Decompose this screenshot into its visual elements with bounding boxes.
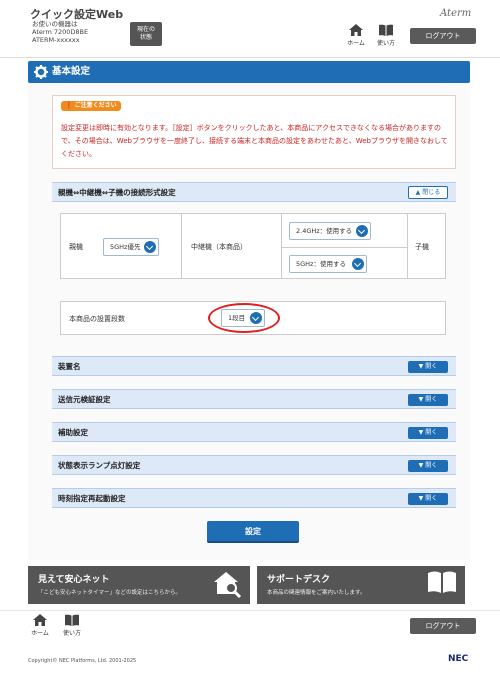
connection-section-header: 親機⇔中継機⇔子機の接続形式設定 ▲ 閉じる bbox=[52, 182, 456, 202]
chevron-down-icon bbox=[144, 241, 156, 253]
expand-label: 開く bbox=[425, 396, 438, 403]
nec-logo: NEC bbox=[448, 654, 469, 664]
manual-nav[interactable]: 使い方 bbox=[372, 24, 400, 47]
band-24-value: 2.4GHz：使用する bbox=[296, 227, 353, 235]
expand-label: 開く bbox=[425, 462, 438, 469]
support-desk-subtitle: 本商品の関連情報をご案内いたします。 bbox=[267, 590, 366, 596]
section-title: 時刻指定再起動設定 bbox=[58, 494, 126, 503]
child-label: 子機 bbox=[415, 243, 429, 251]
home-nav[interactable]: ホーム bbox=[342, 24, 370, 47]
safety-net-banner[interactable]: 見えて安心ネット 「こども安心ネットタイマー」などの設定はこちらから。 bbox=[28, 566, 250, 604]
section-title: 装置名 bbox=[58, 362, 81, 371]
chevron-down-icon bbox=[356, 225, 368, 237]
chevron-down-icon: ▼ bbox=[418, 429, 424, 436]
section-title: 状態表示ランプ点灯設定 bbox=[58, 461, 141, 470]
header-divider bbox=[0, 57, 500, 58]
info-icon: ❗ bbox=[65, 102, 73, 109]
band-5-value: 5GHz：使用する bbox=[296, 260, 346, 268]
device-model: Aterm 7200D8BE bbox=[32, 28, 89, 36]
stage-label: 本商品の設置段数 bbox=[69, 315, 125, 323]
section-title: 送信元検証設定 bbox=[58, 395, 111, 404]
header: クイック設定Web お使いの機器は Aterm 7200D8BE ATERM-x… bbox=[0, 0, 500, 58]
band-24-select[interactable]: 2.4GHz：使用する bbox=[289, 222, 371, 240]
apply-button[interactable]: 設定 bbox=[207, 521, 299, 543]
chevron-down-icon: ▼ bbox=[418, 462, 424, 469]
connection-section-title: 親機⇔中継機⇔子機の接続形式設定 bbox=[58, 188, 176, 197]
footer-manual-label: 使い方 bbox=[62, 630, 81, 637]
expand-button[interactable]: ▼ 開く bbox=[408, 460, 448, 472]
aterm-logo: Aterm bbox=[440, 8, 472, 19]
home-label: ホーム bbox=[347, 40, 365, 47]
support-desk-banner[interactable]: サポートデスク 本商品の関連情報をご案内いたします。 bbox=[257, 566, 465, 604]
chevron-up-icon: ▲ bbox=[415, 189, 421, 196]
expand-button[interactable]: ▼ 開く bbox=[408, 361, 448, 373]
manual-label: 使い方 bbox=[376, 40, 395, 47]
band-5-select[interactable]: 5GHz：使用する bbox=[289, 255, 367, 273]
connection-table: 親機 5GHz優先 中継機（本商品） 2.4GHz：使用する 5GHz：使用する… bbox=[60, 213, 446, 279]
status-button-label: 状態 bbox=[139, 34, 152, 41]
divider bbox=[181, 214, 182, 278]
footer-manual-nav[interactable]: 使い方 bbox=[58, 614, 86, 637]
expand-button[interactable]: ▼ 開く bbox=[408, 394, 448, 406]
footer-logout-button[interactable]: ログアウト bbox=[410, 618, 476, 634]
notice-text: 設定変更は即時に有効となります。［設定］ボタンをクリックしたあと、本商品にアクセ… bbox=[61, 124, 448, 158]
support-desk-title: サポートデスク bbox=[267, 575, 331, 585]
page-title-bar: 基本設定 bbox=[28, 61, 470, 83]
home-icon bbox=[33, 614, 47, 626]
expand-label: 開く bbox=[425, 495, 438, 502]
section-status-lamp[interactable]: 状態表示ランプ点灯設定 ▼ 開く bbox=[52, 455, 456, 475]
repeater-label: 中継機（本商品） bbox=[191, 243, 247, 251]
expand-button[interactable]: ▼ 開く bbox=[408, 493, 448, 505]
book-icon bbox=[65, 614, 79, 626]
notice-tag: ❗ ご注意ください bbox=[61, 101, 121, 111]
house-search-icon bbox=[214, 572, 242, 598]
safety-net-subtitle: 「こども安心ネットタイマー」などの設定はこちらから。 bbox=[38, 590, 182, 596]
notice-tag-label: ご注意ください bbox=[74, 102, 117, 109]
footer-home-nav[interactable]: ホーム bbox=[26, 614, 54, 637]
expand-label: 開く bbox=[425, 363, 438, 370]
section-scheduled-reboot[interactable]: 時刻指定再起動設定 ▼ 開く bbox=[52, 488, 456, 508]
current-status-button[interactable]: 現在の 状態 bbox=[130, 22, 162, 46]
status-button-label: 現在の bbox=[136, 26, 155, 33]
parent-select-value: 5GHz優先 bbox=[110, 243, 141, 251]
page-title: 基本設定 bbox=[52, 66, 91, 77]
parent-label: 親機 bbox=[69, 243, 83, 251]
logout-button[interactable]: ログアウト bbox=[410, 28, 476, 44]
book-icon bbox=[379, 24, 393, 36]
divider bbox=[407, 214, 408, 278]
divider bbox=[281, 247, 407, 248]
parent-select[interactable]: 5GHz優先 bbox=[103, 238, 159, 256]
divider bbox=[281, 214, 282, 278]
collapse-label: 閉じる bbox=[422, 189, 441, 196]
collapse-button[interactable]: ▲ 閉じる bbox=[408, 186, 448, 199]
section-source-verify[interactable]: 送信元検証設定 ▼ 開く bbox=[52, 389, 456, 409]
section-auxiliary[interactable]: 補助設定 ▼ 開く bbox=[52, 422, 456, 442]
chevron-down-icon: ▼ bbox=[418, 495, 424, 502]
notice-box: ❗ ご注意ください 設定変更は即時に有効となります。［設定］ボタンをクリックした… bbox=[52, 95, 456, 169]
home-icon bbox=[349, 24, 363, 36]
chevron-down-icon: ▼ bbox=[418, 396, 424, 403]
expand-button[interactable]: ▼ 開く bbox=[408, 427, 448, 439]
section-device-name[interactable]: 装置名 ▼ 開く bbox=[52, 356, 456, 376]
gear-icon bbox=[34, 65, 48, 79]
footer-divider bbox=[0, 610, 500, 611]
chevron-down-icon bbox=[352, 258, 364, 270]
device-id: ATERM-xxxxxx bbox=[32, 36, 80, 44]
expand-label: 開く bbox=[425, 429, 438, 436]
device-label: お使いの機器は bbox=[32, 20, 78, 28]
highlight-ring bbox=[208, 303, 280, 333]
section-title: 補助設定 bbox=[58, 428, 88, 437]
safety-net-title: 見えて安心ネット bbox=[38, 575, 110, 585]
chevron-down-icon: ▼ bbox=[418, 363, 424, 370]
footer-home-label: ホーム bbox=[31, 630, 49, 637]
book-icon bbox=[428, 571, 456, 593]
copyright: Copyright© NEC Platforms, Ltd. 2001-2025 bbox=[28, 658, 137, 664]
